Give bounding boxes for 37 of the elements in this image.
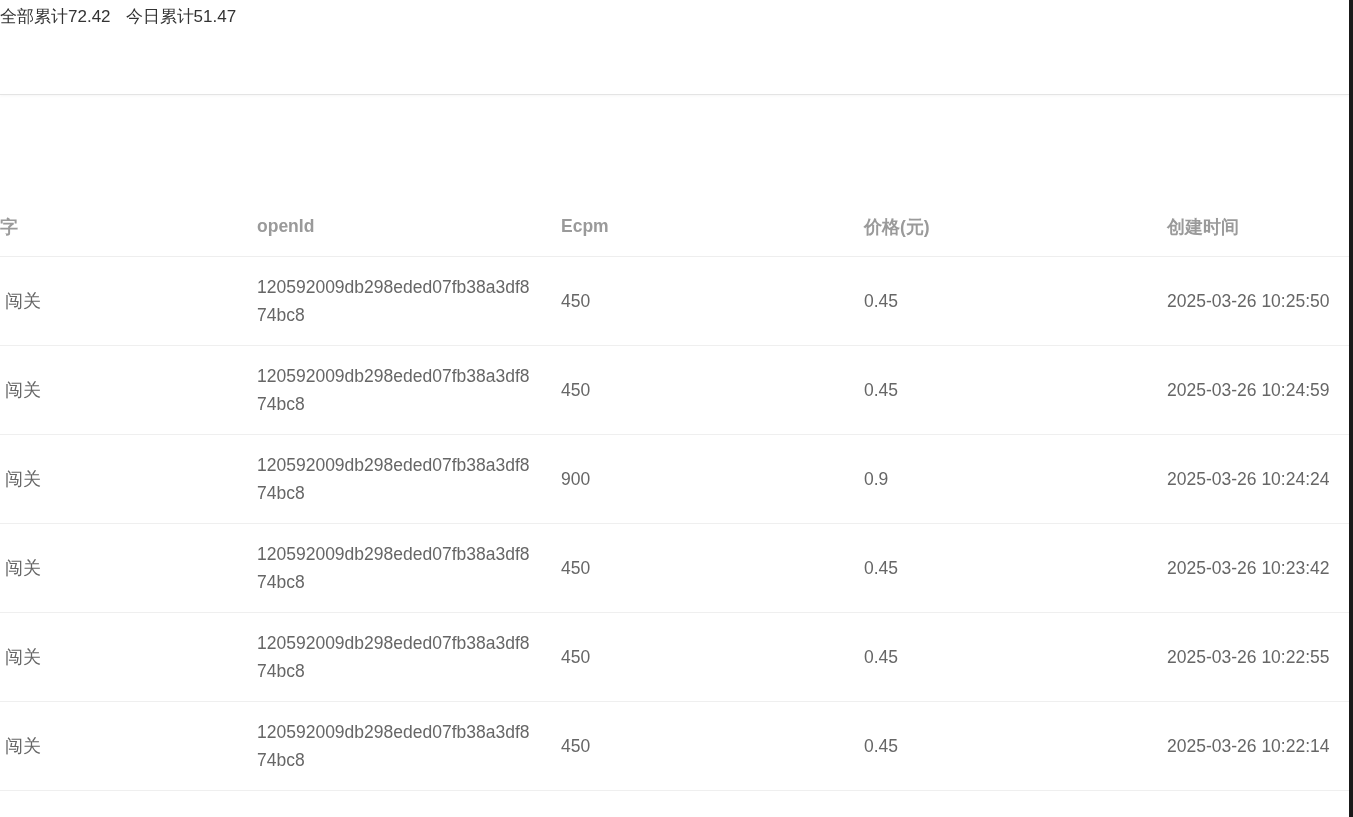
openid-cell-text: 120592009db298eded07fb38a3df874bc8 [257, 365, 531, 416]
name-cell-text: 闯关 [4, 735, 41, 758]
ecpm-cell-text: 450 [561, 290, 591, 313]
price-cell-text: 0.45 [864, 557, 899, 580]
ecpm-cell-text: 450 [561, 646, 591, 669]
ecpm-cell-text: 900 [561, 468, 591, 491]
time-cell-text: 2025-03-26 10:24:59 [1167, 379, 1330, 402]
name-cell-text: 闯关 [4, 379, 41, 402]
openid-cell-text: 120592009db298eded07fb38a3df874bc8 [257, 543, 531, 594]
openid-cell-text: 120592009db298eded07fb38a3df874bc8 [257, 454, 531, 505]
openid-cell-text: 120592009db298eded07fb38a3df874bc8 [257, 276, 531, 327]
time-cell-text: 2025-03-26 10:24:24 [1167, 468, 1330, 491]
column-header: 字 [0, 215, 18, 239]
time-cell-text: 2025-03-26 10:23:42 [1167, 557, 1330, 580]
column-header: 创建时间 [1167, 215, 1239, 239]
price-cell-text: 0.45 [864, 646, 899, 669]
ecpm-cell-text: 450 [561, 735, 591, 758]
column-header: openId [257, 216, 315, 237]
time-cell-text: 2025-03-26 10:25:50 [1167, 290, 1330, 313]
name-cell-text: 闯关 [4, 468, 41, 491]
ecpm-cell-text: 450 [561, 557, 591, 580]
price-cell-text: 0.45 [864, 379, 899, 402]
ecpm-cell-text: 450 [561, 379, 591, 402]
today-amount: 今日累计51.47 [125, 7, 237, 27]
openid-cell-text: 120592009db298eded07fb38a3df874bc8 [257, 721, 531, 772]
price-cell-text: 0.45 [864, 290, 899, 313]
name-cell-text: 闯关 [4, 646, 41, 669]
name-cell-text: 闯关 [4, 557, 41, 580]
column-header: 价格(元) [864, 215, 930, 239]
name-cell-text: 闯关 [4, 290, 41, 313]
price-cell-text: 0.9 [864, 468, 889, 491]
column-header: Ecpm [561, 216, 609, 237]
time-cell-text: 2025-03-26 10:22:55 [1167, 646, 1330, 669]
openid-cell-text: 120592009db298eded07fb38a3df874bc8 [257, 632, 531, 683]
time-cell-text: 2025-03-26 10:22:14 [1167, 735, 1330, 758]
total-amount: 全部累计72.42 [0, 7, 111, 27]
price-cell-text: 0.45 [864, 735, 899, 758]
